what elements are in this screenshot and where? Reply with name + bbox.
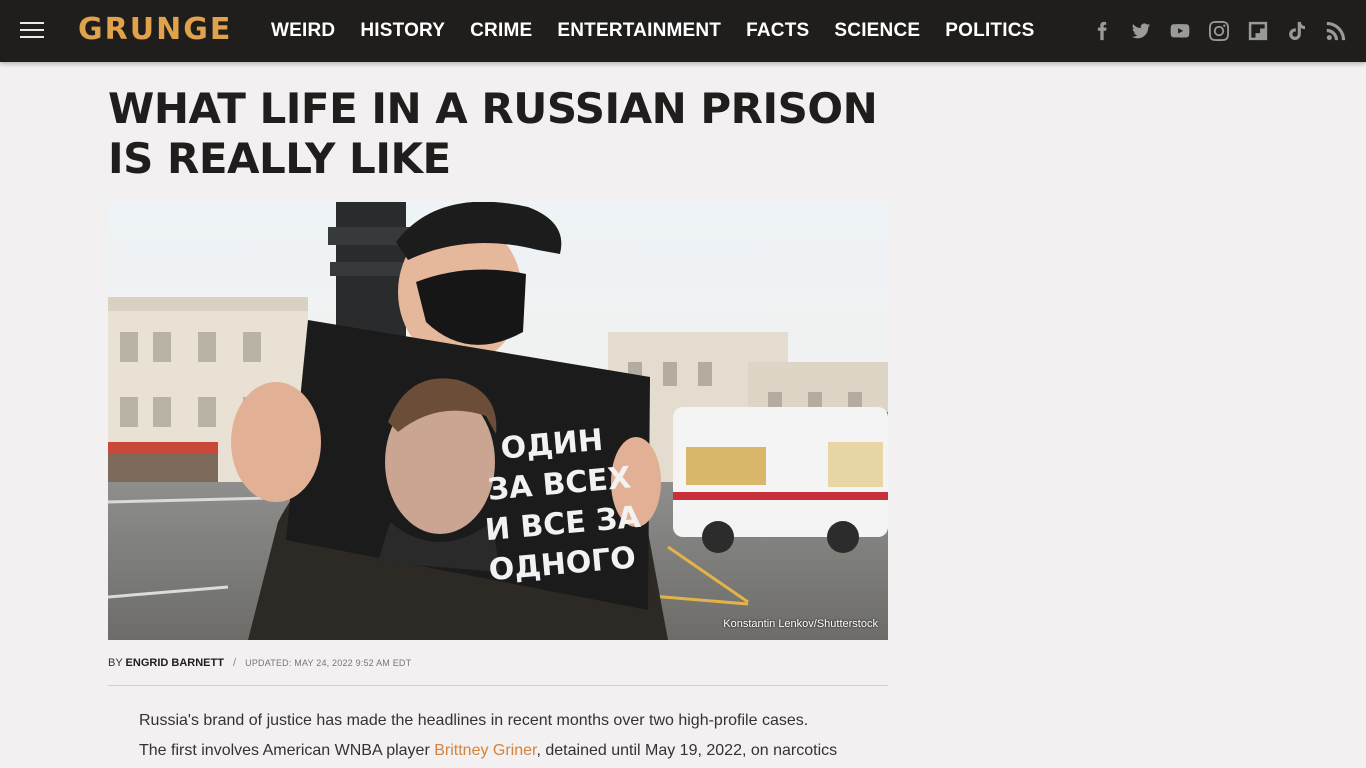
paragraph-text: The first involves American WNBA player (139, 742, 435, 759)
author-link[interactable]: ENGRID BARNETT (126, 657, 224, 669)
instagram-icon[interactable] (1208, 21, 1229, 42)
paragraph-line: Russia's brand of justice has made the h… (139, 706, 869, 736)
updated-timestamp: UPDATED: MAY 24, 2022 9:52 AM EDT (245, 658, 412, 668)
paragraph-line: The first involves American WNBA player … (139, 736, 869, 766)
twitter-icon[interactable] (1130, 21, 1151, 42)
nav-item-crime[interactable]: CRIME (470, 20, 532, 42)
nav-item-entertainment[interactable]: ENTERTAINMENT (557, 20, 721, 42)
main-nav: WEIRD HISTORY CRIME ENTERTAINMENT FACTS … (271, 0, 1060, 62)
site-header: GRUNGE WEIRD HISTORY CRIME ENTERTAINMENT… (0, 0, 1366, 62)
article-headline: WHAT LIFE IN A RUSSIAN PRISON IS REALLY … (108, 84, 878, 183)
social-links (1073, 19, 1346, 43)
byline-separator: / (233, 657, 237, 669)
nav-item-politics[interactable]: POLITICS (945, 20, 1034, 42)
protest-photo: ОДИН ЗА ВСЕХ И ВСЕ ЗА ОДНОГО (108, 202, 888, 640)
nav-item-science[interactable]: SCIENCE (834, 20, 920, 42)
article-body: Russia's brand of justice has made the h… (139, 706, 869, 766)
nav-item-facts[interactable]: FACTS (746, 20, 809, 42)
byline-prefix: BY (108, 657, 123, 669)
paragraph-text: Russia's brand of justice has made the h… (139, 712, 809, 729)
hero-image: ОДИН ЗА ВСЕХ И ВСЕ ЗА ОДНОГО Konstantin … (108, 202, 888, 640)
menu-icon[interactable] (20, 22, 44, 40)
paragraph-text: , detained until May 19, 2022, on narcot… (536, 742, 838, 759)
rss-icon[interactable] (1325, 21, 1346, 42)
youtube-icon[interactable] (1169, 21, 1190, 42)
facebook-icon[interactable] (1091, 21, 1112, 42)
article-header: WHAT LIFE IN A RUSSIAN PRISON IS REALLY … (108, 84, 888, 184)
nav-item-history[interactable]: HISTORY (360, 20, 445, 42)
flipboard-icon[interactable] (1247, 21, 1268, 42)
site-logo[interactable]: GRUNGE (78, 12, 232, 47)
image-credit: Konstantin Lenkov/Shutterstock (723, 618, 878, 630)
tiktok-icon[interactable] (1286, 21, 1307, 42)
brittney-griner-link[interactable]: Brittney Griner (434, 742, 536, 759)
byline: BY ENGRID BARNETT / UPDATED: MAY 24, 202… (108, 657, 888, 669)
byline-divider (108, 685, 888, 686)
nav-item-weird[interactable]: WEIRD (271, 20, 335, 42)
